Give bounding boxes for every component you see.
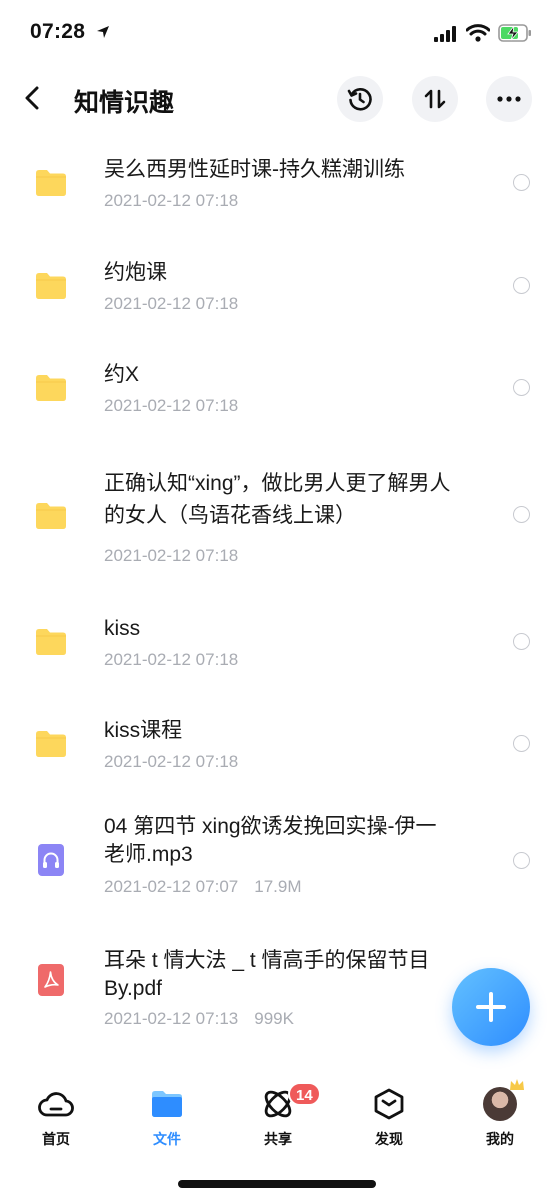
folder-icon <box>36 170 66 196</box>
battery-charging-icon <box>498 24 531 42</box>
tab-bar: 首页 文件 14 共享 发现 我的 <box>0 1072 554 1162</box>
avatar <box>483 1079 524 1121</box>
list-item[interactable]: 约X 2021-02-12 07:18 <box>0 335 554 439</box>
file-name: kiss <box>104 617 141 640</box>
cube-icon <box>374 1088 404 1120</box>
list-item[interactable]: kiss 2021-02-12 07:18 <box>0 589 554 691</box>
add-fab-button[interactable] <box>452 968 530 1046</box>
tab-files[interactable]: 文件 <box>127 1086 207 1149</box>
more-button[interactable] <box>486 76 532 122</box>
tab-share[interactable]: 14 共享 <box>238 1082 321 1149</box>
location-arrow-icon <box>97 26 109 38</box>
more-dots-icon <box>497 96 521 102</box>
file-meta: 2021-02-12 07:18 <box>104 752 238 772</box>
cellular-signal-icon <box>434 26 456 42</box>
tab-label: 发现 <box>375 1131 403 1147</box>
file-date: 2021-02-12 07:18 <box>104 546 239 565</box>
folder-icon <box>36 503 66 529</box>
file-date: 2021-02-12 07:18 <box>104 752 239 771</box>
wifi-icon <box>466 24 490 42</box>
chevron-left-icon <box>25 86 39 110</box>
file-name: 耳朵 t 情大法 _ t 情高手的保留节目By.pdf <box>104 949 430 1000</box>
tab-label: 文件 <box>153 1131 181 1147</box>
file-meta: 2021-02-12 07:18 <box>104 294 238 314</box>
crown-icon <box>510 1079 524 1090</box>
file-meta: 2021-02-12 07:18 <box>104 396 238 416</box>
select-radio[interactable] <box>513 633 530 650</box>
select-radio[interactable] <box>513 277 530 294</box>
select-radio[interactable] <box>513 735 530 752</box>
folder-icon <box>36 629 66 655</box>
tab-label: 我的 <box>486 1131 514 1147</box>
file-date: 2021-02-12 07:13 <box>104 1009 239 1028</box>
folder-icon <box>36 273 66 299</box>
file-date: 2021-02-12 07:07 <box>104 877 239 896</box>
list-item[interactable]: 正确认知“xing”，做比男人更了解男人的女人（鸟语花香线上课） 2021-02… <box>0 439 554 589</box>
pdf-file-icon <box>38 964 64 996</box>
plus-icon <box>476 992 506 1022</box>
folder-icon <box>152 1091 182 1117</box>
folder-icon <box>36 731 66 757</box>
file-size: 999K <box>254 1009 294 1028</box>
select-radio[interactable] <box>513 506 530 523</box>
select-radio[interactable] <box>513 174 530 191</box>
tab-home[interactable]: 首页 <box>16 1086 96 1149</box>
sort-arrows-icon <box>424 89 446 109</box>
file-size: 17.9M <box>254 877 302 896</box>
select-radio[interactable] <box>513 852 530 869</box>
file-date: 2021-02-12 07:18 <box>104 396 239 415</box>
history-icon <box>347 88 372 111</box>
list-item[interactable]: 约炮课 2021-02-12 07:18 <box>0 233 554 335</box>
back-button[interactable] <box>14 80 50 116</box>
tab-label: 首页 <box>42 1131 70 1147</box>
file-name: 约X <box>104 363 140 386</box>
home-indicator <box>178 1180 376 1188</box>
file-meta: 2021-02-12 07:18 <box>104 191 238 211</box>
file-name: kiss课程 <box>104 719 183 742</box>
status-bar: 07:28 <box>0 0 554 66</box>
sort-button[interactable] <box>412 76 458 122</box>
share-count-badge: 14 <box>288 1082 321 1106</box>
tab-label: 共享 <box>264 1131 292 1147</box>
select-radio[interactable] <box>513 379 530 396</box>
file-meta: 2021-02-12 07:18 <box>104 650 238 670</box>
header: 知情识趣 <box>0 72 554 126</box>
list-item[interactable]: 04 第四节 xing欲诱发挽回实操-伊一老师.mp3 2021-02-12 0… <box>0 795 554 925</box>
cloud-icon <box>38 1092 74 1117</box>
file-meta: 2021-02-12 07:13 999K <box>104 1009 294 1029</box>
file-date: 2021-02-12 07:18 <box>104 294 239 313</box>
file-name: 约炮课 <box>104 261 167 284</box>
tab-discover[interactable]: 发现 <box>349 1086 429 1149</box>
file-name: 吴么西男性延时课-持久糕潮训练 <box>104 158 405 181</box>
file-date: 2021-02-12 07:18 <box>104 191 239 210</box>
file-meta: 2021-02-12 07:18 <box>104 546 238 566</box>
history-button[interactable] <box>337 76 383 122</box>
list-item[interactable]: 吴么西男性延时课-持久糕潮训练 2021-02-12 07:18 <box>0 130 554 233</box>
folder-icon <box>36 375 66 401</box>
audio-file-icon <box>38 844 64 876</box>
file-date: 2021-02-12 07:18 <box>104 650 239 669</box>
tab-me[interactable]: 我的 <box>460 1079 540 1149</box>
file-name: 正确认知“xing”，做比男人更了解男人的女人（鸟语花香线上课） <box>104 472 451 527</box>
page-title: 知情识趣 <box>74 89 175 117</box>
list-item[interactable]: kiss课程 2021-02-12 07:18 <box>0 691 554 795</box>
file-name: 04 第四节 xing欲诱发挽回实操-伊一老师.mp3 <box>104 815 437 866</box>
file-list: 吴么西男性延时课-持久糕潮训练 2021-02-12 07:18 约炮课 202… <box>0 130 554 1045</box>
file-meta: 2021-02-12 07:07 17.9M <box>104 877 301 897</box>
status-time: 07:28 <box>30 20 86 43</box>
